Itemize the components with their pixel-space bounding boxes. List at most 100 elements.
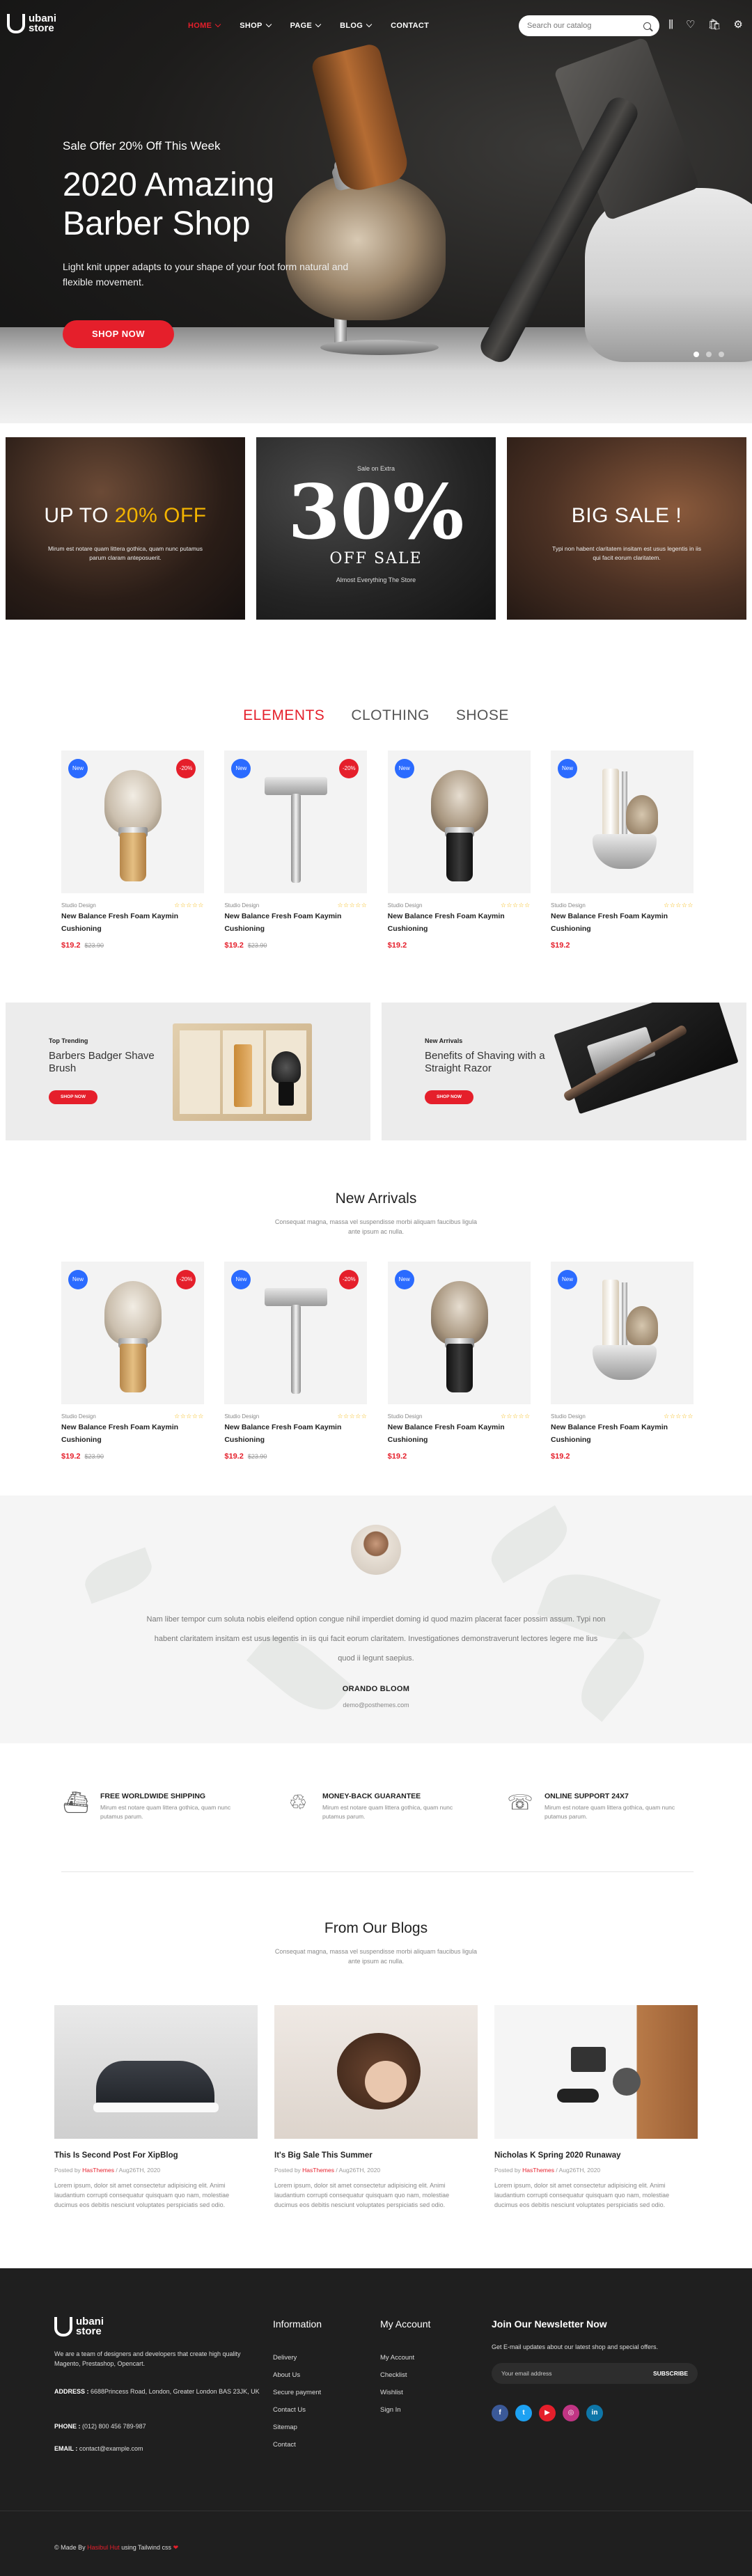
product-image[interactable]: New -20% [61,751,204,893]
search-icon[interactable] [643,22,651,30]
copyright: © Made By Hasibul Hut using Tailwind css… [54,2544,178,2552]
subscribe-button[interactable]: SUBSCRIBE [653,2370,688,2377]
product-card[interactable]: New -20% Studio Design ☆☆☆☆☆ New Balance Fre… [61,751,204,950]
promo-banner-3[interactable]: BIG SALE ! Typi non habent claritatem in… [507,437,746,620]
leaf-decoration [483,1505,576,1583]
facebook-icon[interactable]: f [492,2405,508,2421]
nav-blog[interactable]: BLOG [340,21,373,30]
product-image[interactable]: New [387,1262,531,1404]
product-card[interactable]: New Studio Design ☆☆☆☆☆ New Balance Fresh F… [550,751,694,950]
blog-image-accessories[interactable] [494,2005,698,2139]
footer-logo[interactable]: ubani store [54,2316,104,2337]
product-image[interactable]: New -20% [224,1262,368,1404]
blog-author-link[interactable]: HasThemes [302,2167,334,2174]
product-card[interactable]: New Studio Design ☆☆☆☆☆ New Balance Fresh F… [387,751,531,950]
cart-icon[interactable]: 🛍 [707,19,721,31]
footer-email-value[interactable]: contact@example.com [77,2445,143,2452]
footer-information-links: Delivery About Us Secure payment Contact Us… [273,2349,321,2453]
brush-bristles-image [430,1281,488,1345]
footer-link-wishlist[interactable]: Wishlist [380,2384,414,2401]
copyright-author-link[interactable]: Hasibul Hut [87,2544,120,2551]
nav-home[interactable]: HOME [188,21,221,30]
footer-link-sign-in[interactable]: Sign In [380,2401,414,2419]
sale-badge: -20% [339,759,359,778]
shop-now-button[interactable]: SHOP NOW [63,320,174,348]
settings-icon[interactable]: ⚙ [733,19,742,31]
promo-2-off: OFF SALE [329,550,423,567]
product-name[interactable]: New Balance Fresh Foam Kaymin Cushioning [388,1423,505,1444]
compare-icon[interactable]: ⫼ [668,19,673,31]
product-price: $19.2 [551,1452,694,1461]
footer-link-about-us[interactable]: About Us [273,2366,321,2384]
blog-author-link[interactable]: HasThemes [522,2167,554,2174]
product-card[interactable]: New Studio Design ☆☆☆☆☆ New Balance Fresh F… [550,1262,694,1461]
nav-page[interactable]: PAGE [290,21,322,30]
logo[interactable]: ubani store [7,13,56,33]
product-meta-row: Studio Design ☆☆☆☆☆ [61,902,204,909]
hero-dot-1[interactable] [694,352,699,357]
blog-card[interactable]: It's Big Sale This Summer Posted by HasT… [274,2005,478,2210]
razor-handle-image [291,1305,301,1394]
product-name[interactable]: New Balance Fresh Foam Kaymin Cushioning [61,912,178,933]
feature-banner-2[interactable]: New Arrivals Benefits of Shaving with a … [382,1003,746,1140]
product-image[interactable]: New -20% [61,1262,204,1404]
footer-link-my-account[interactable]: My Account [380,2349,414,2366]
leaf-decoration [79,1547,157,1604]
product-name[interactable]: New Balance Fresh Foam Kaymin Cushioning [551,1423,668,1444]
footer-link-contact-us[interactable]: Contact Us [273,2401,321,2419]
product-name[interactable]: New Balance Fresh Foam Kaymin Cushioning [551,912,668,933]
feature-1-shop-button[interactable]: SHOP NOW [49,1090,97,1104]
product-name[interactable]: New Balance Fresh Foam Kaymin Cushioning [224,912,341,933]
footer-link-sitemap[interactable]: Sitemap [273,2419,321,2436]
product-image[interactable]: New [550,1262,694,1404]
tab-clothing[interactable]: CLOTHING [351,707,430,724]
footer-link-contact[interactable]: Contact [273,2436,321,2453]
tab-shose[interactable]: SHOSE [456,707,509,724]
instagram-icon[interactable]: ◎ [563,2405,579,2421]
product-meta-row: Studio Design ☆☆☆☆☆ [224,1413,367,1420]
blog-title[interactable]: This Is Second Post For XipBlog [54,2151,258,2160]
feature-2-shop-button[interactable]: SHOP NOW [425,1090,473,1104]
promo-banner-1[interactable]: UP TO 20% OFF Mirum est notare quam litt… [6,437,245,620]
search-box[interactable] [519,15,659,36]
product-name[interactable]: New Balance Fresh Foam Kaymin Cushioning [61,1423,178,1444]
footer-address-value: 6688Princess Road, London, Greater Londo… [88,2388,260,2395]
product-image[interactable]: New [550,751,694,893]
product-card[interactable]: New Studio Design ☆☆☆☆☆ New Balance Fresh F… [387,1262,531,1461]
blog-title[interactable]: Nicholas K Spring 2020 Runaway [494,2151,698,2160]
feature-banner-1[interactable]: Top Trending Barbers Badger Shave Brush … [6,1003,370,1140]
nav-shop[interactable]: SHOP [240,21,272,30]
piggy-bank-icon: ♲ [288,1791,308,1814]
wishlist-icon[interactable]: ♡ [686,19,695,31]
stand-brush-image [625,795,658,834]
linkedin-icon[interactable]: in [586,2405,603,2421]
product-image[interactable]: New [387,751,531,893]
footer-account-links: My Account Checklist Wishlist Sign In [380,2349,414,2419]
blog-author-link[interactable]: HasThemes [82,2167,114,2174]
search-input[interactable] [527,22,639,30]
product-card[interactable]: New -20% Studio Design ☆☆☆☆☆ New Balance Fre… [61,1262,204,1461]
tab-elements[interactable]: ELEMENTS [243,707,324,724]
hero-dot-2[interactable] [706,352,712,357]
product-card[interactable]: New -20% Studio Design ☆☆☆☆☆ New Balance Fre… [224,1262,368,1461]
blog-image-woman[interactable] [274,2005,478,2139]
blog-card[interactable]: This Is Second Post For XipBlog Posted b… [54,2005,258,2210]
nav-contact[interactable]: CONTACT [391,22,429,30]
youtube-icon[interactable]: ▶ [539,2405,556,2421]
blog-image-sneaker[interactable] [54,2005,258,2139]
blog-title[interactable]: It's Big Sale This Summer [274,2151,478,2160]
blog-card[interactable]: Nicholas K Spring 2020 Runaway Posted by… [494,2005,698,2210]
footer-link-delivery[interactable]: Delivery [273,2349,321,2366]
product-card[interactable]: New -20% Studio Design ☆☆☆☆☆ New Balance Fre… [224,751,368,950]
hero-dot-3[interactable] [719,352,724,357]
newsletter-email-field[interactable] [501,2370,653,2377]
service-title: MONEY-BACK GUARANTEE [322,1792,421,1800]
service-text: ONLINE SUPPORT 24X7 Mirum est notare quam… [545,1791,698,1821]
product-name[interactable]: New Balance Fresh Foam Kaymin Cushioning [388,912,505,933]
product-image[interactable]: New -20% [224,751,368,893]
twitter-icon[interactable]: t [515,2405,532,2421]
promo-banner-2[interactable]: Sale on Extra 30% OFF SALE Almost Everyt… [256,437,496,620]
footer-link-secure-payment[interactable]: Secure payment [273,2384,321,2401]
footer-link-checklist[interactable]: Checklist [380,2366,414,2384]
product-name[interactable]: New Balance Fresh Foam Kaymin Cushioning [224,1423,341,1444]
